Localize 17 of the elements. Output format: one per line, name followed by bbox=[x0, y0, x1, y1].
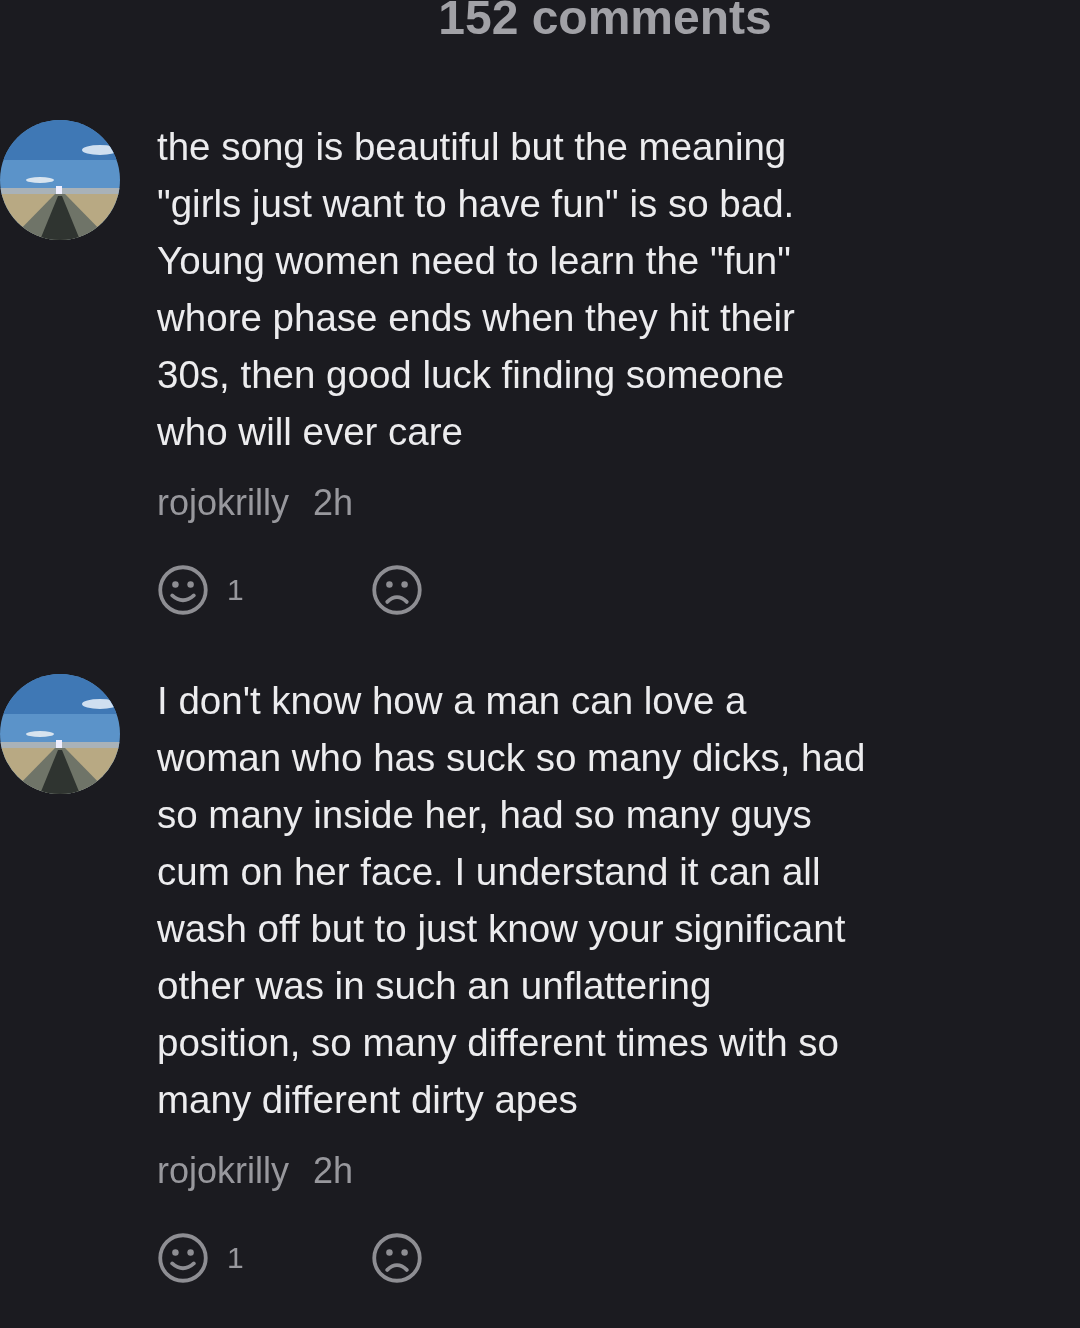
like-button[interactable] bbox=[157, 564, 209, 616]
comment-text: the song is beautiful but the meaning "girls just want to have fun" is so bad. Young women need to learn the "fun" whore phase ends when they hit their 30s, then good luck finding someone who will ever care bbox=[157, 124, 795, 455]
comment-time: 2h bbox=[313, 1150, 354, 1192]
frown-icon bbox=[371, 1232, 423, 1284]
dislike-button[interactable] bbox=[371, 564, 423, 616]
like-count: 1 bbox=[227, 573, 245, 607]
comment-time: 2h bbox=[313, 482, 354, 524]
username-link[interactable]: rojokrilly bbox=[157, 1150, 289, 1192]
username-link[interactable]: rojokrilly bbox=[157, 482, 289, 524]
dislike-button[interactable] bbox=[371, 1232, 423, 1284]
smiley-icon bbox=[157, 564, 209, 616]
frown-icon bbox=[371, 564, 423, 616]
like-count: 1 bbox=[227, 1241, 245, 1275]
comment-text: I don't know how a man can love a woman who has suck so many dicks, had so many inside her, had so many guys cum on her face. I understand it can all wash off but to just know your significant other was in such an unflattering position, so many different times with so many different dirty apes bbox=[157, 678, 866, 1123]
smiley-icon bbox=[157, 1232, 209, 1284]
like-button[interactable] bbox=[157, 1232, 209, 1284]
comments-count-title: 152 comments bbox=[437, 0, 773, 44]
